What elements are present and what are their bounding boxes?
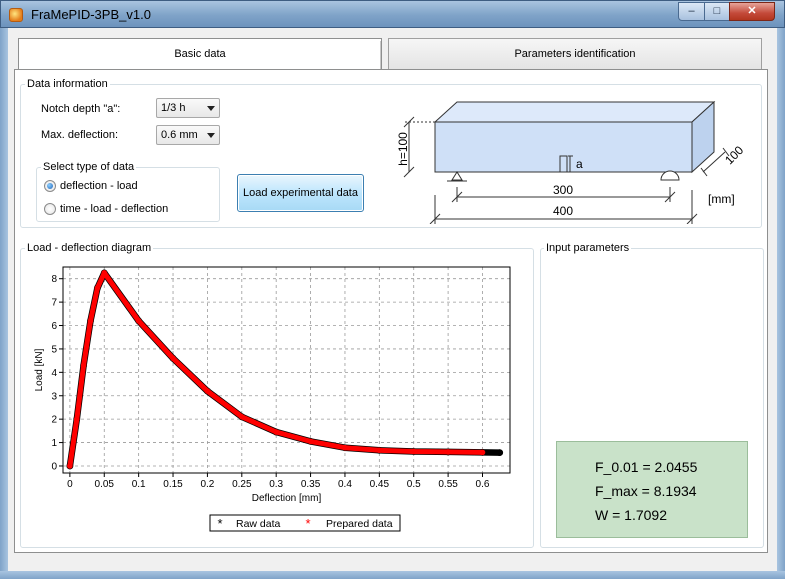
x-tick-label: 0.25 — [232, 479, 252, 490]
y-tick-label: 3 — [51, 391, 57, 402]
select-type-label: Select type of data — [41, 161, 137, 174]
beam-length-label: 400 — [553, 204, 573, 218]
beam-notch-label: a — [576, 157, 583, 171]
tab-basic-data[interactable]: Basic data — [18, 38, 382, 69]
x-tick-label: 0.05 — [95, 479, 115, 490]
prepared-data-point — [94, 285, 101, 291]
tab-parameters-identification[interactable]: Parameters identification — [388, 38, 762, 69]
app-icon — [9, 8, 23, 22]
window-frame-left — [0, 28, 8, 579]
radio-time-load-deflection[interactable] — [44, 203, 56, 215]
notch-depth-value: 1/3 h — [161, 102, 186, 114]
x-tick-label: 0.2 — [200, 479, 214, 490]
x-tick-label: 0.15 — [163, 479, 183, 490]
prepared-data-point — [67, 463, 73, 469]
prepared-data-point — [101, 270, 108, 276]
prepared-data-point — [135, 318, 142, 324]
result-fmax: F_max = 8.1934 — [595, 483, 697, 499]
y-tick-label: 6 — [51, 321, 57, 332]
notch-depth-label: Notch depth "a": — [41, 103, 121, 115]
minimize-button[interactable]: – — [678, 2, 705, 21]
chevron-down-icon — [207, 106, 215, 111]
y-tick-label: 5 — [51, 344, 57, 355]
y-tick-label: 4 — [51, 368, 57, 379]
y-tick-label: 2 — [51, 415, 57, 426]
x-tick-label: 0.4 — [338, 479, 352, 490]
max-deflection-label: Max. deflection: — [41, 129, 119, 141]
y-axis-label: Load [kN] — [34, 348, 45, 391]
prepared-data-point — [273, 429, 279, 435]
window-frame-right — [777, 28, 785, 579]
prepared-data-point — [479, 449, 486, 456]
x-tick-label: 0.3 — [269, 479, 283, 490]
result-w: W = 1.7092 — [595, 507, 667, 523]
max-deflection-select[interactable]: 0.6 mm — [156, 125, 220, 145]
y-tick-label: 8 — [51, 274, 57, 285]
result-f001: F_0.01 = 2.0455 — [595, 459, 698, 475]
data-information-label: Data information — [25, 78, 110, 91]
prepared-data-point — [87, 318, 94, 324]
y-tick-label: 7 — [51, 298, 57, 309]
load-experimental-data-button[interactable]: Load experimental data — [237, 174, 364, 212]
prepared-data-point — [170, 355, 176, 362]
legend-star-icon: * — [217, 516, 222, 531]
radio-deflection-load-label[interactable]: deflection - load — [60, 179, 138, 193]
notch-depth-select[interactable]: 1/3 h — [156, 98, 220, 118]
load-deflection-label: Load - deflection diagram — [25, 242, 154, 255]
legend-star-icon: * — [305, 516, 310, 531]
beam-depth-label: 100 — [722, 143, 746, 167]
input-parameters-label: Input parameters — [544, 242, 632, 255]
prepared-data-point — [445, 449, 451, 455]
beam-body — [433, 100, 716, 174]
prepared-data-point — [239, 414, 245, 420]
load-deflection-chart: 0 0.05 0.1 0.15 0.2 0.25 0.3 0.35 0.4 0.45 0.5 0.55… — [30, 262, 520, 542]
beam-height-label: h=100 — [396, 132, 410, 166]
chevron-down-icon — [207, 133, 215, 138]
x-tick-label: 0.5 — [407, 479, 421, 490]
prepared-data-point — [307, 438, 314, 445]
prepared-data-point — [342, 444, 348, 451]
x-tick-label: 0.1 — [132, 479, 146, 490]
beam-span-label: 300 — [553, 183, 573, 197]
prepared-data-point — [73, 416, 80, 422]
x-tick-label: 0.45 — [370, 479, 390, 490]
x-tick-label: 0.35 — [301, 479, 321, 490]
x-tick-label: 0.55 — [438, 479, 458, 490]
x-tick-label: 0 — [67, 479, 73, 490]
y-tick-label: 0 — [51, 461, 57, 472]
window-frame-bottom — [0, 571, 785, 579]
prepared-data-point — [204, 388, 211, 394]
prepared-data-point — [80, 362, 87, 369]
title-bar[interactable]: FraMePID-3PB_v1.0 – □ ✕ — [0, 0, 785, 28]
beam-diagram: h=100 a 100 300 400 [mm] — [396, 100, 746, 224]
maximize-button[interactable]: □ — [704, 2, 730, 21]
x-axis-label: Deflection [mm] — [252, 493, 322, 504]
radio-deflection-load[interactable] — [44, 180, 56, 192]
raw-data-point — [496, 449, 504, 457]
max-deflection-value: 0.6 mm — [161, 129, 198, 141]
prepared-data-point — [410, 448, 417, 455]
beam-unit-label: [mm] — [708, 192, 735, 206]
y-tick-label: 1 — [51, 438, 57, 449]
legend-label: Prepared data — [326, 518, 393, 530]
prepared-data-point — [376, 447, 383, 454]
window-title: FraMePID-3PB_v1.0 — [31, 7, 151, 22]
chart-legend: * Raw data * Prepared data — [209, 514, 401, 532]
radio-time-load-deflection-label[interactable]: time - load - deflection — [60, 202, 168, 216]
x-tick-label: 0.6 — [476, 479, 490, 490]
results-box: F_0.01 = 2.0455 F_max = 8.1934 W = 1.709… — [556, 441, 748, 538]
close-button[interactable]: ✕ — [729, 2, 775, 21]
legend-label: Raw data — [236, 518, 281, 530]
